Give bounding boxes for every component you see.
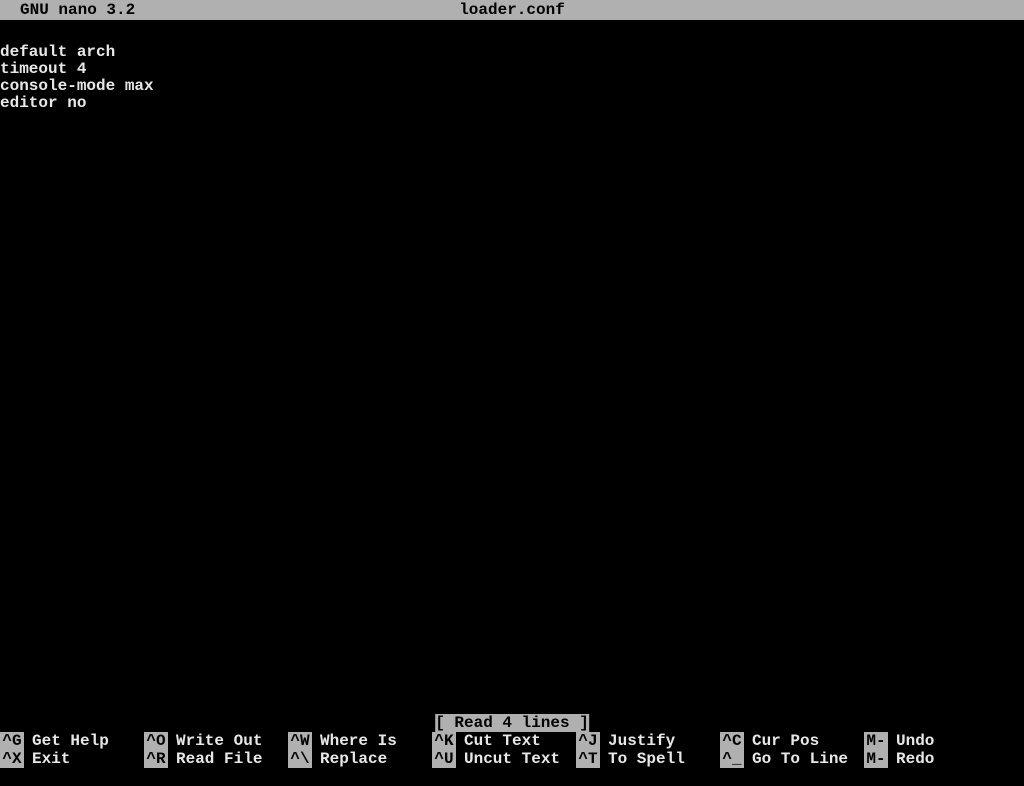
shortcut-key: ^J xyxy=(576,732,600,750)
editor-line: console-mode max xyxy=(0,77,154,95)
shortcut-key: ^C xyxy=(720,732,744,750)
shortcut-go-to-line[interactable]: ^_ Go To Line xyxy=(720,750,864,768)
shortcut-key: ^O xyxy=(144,732,168,750)
shortcut-key: ^_ xyxy=(720,750,744,768)
shortcut-label: Cur Pos xyxy=(744,732,819,750)
editor-line: timeout 4 xyxy=(0,60,86,78)
shortcut-label: Write Out xyxy=(168,732,262,750)
shortcut-redo[interactable]: M-E Redo xyxy=(864,750,1008,768)
status-message: [ Read 4 lines ] xyxy=(435,714,589,732)
shortcut-label: Read File xyxy=(168,750,262,768)
shortcut-label: Replace xyxy=(312,750,387,768)
shortcut-label: To Spell xyxy=(600,750,685,768)
shortcut-label: Uncut Text xyxy=(456,750,560,768)
shortcut-row-2: ^X Exit ^R Read File ^\ Replace ^U Uncut… xyxy=(0,750,1024,768)
shortcut-replace[interactable]: ^\ Replace xyxy=(288,750,432,768)
shortcut-exit[interactable]: ^X Exit xyxy=(0,750,144,768)
shortcut-key: ^U xyxy=(432,750,456,768)
shortcut-key: M-U xyxy=(864,732,888,750)
shortcut-justify[interactable]: ^J Justify xyxy=(576,732,720,750)
editor-line: default arch xyxy=(0,43,115,61)
shortcut-label: Redo xyxy=(888,750,934,768)
shortcut-label: Exit xyxy=(24,750,70,768)
shortcut-to-spell[interactable]: ^T To Spell xyxy=(576,750,720,768)
shortcut-label: Go To Line xyxy=(744,750,848,768)
shortcut-key: ^G xyxy=(0,732,24,750)
shortcut-where-is[interactable]: ^W Where Is xyxy=(288,732,432,750)
shortcut-label: Get Help xyxy=(24,732,109,750)
editor-line: editor no xyxy=(0,94,86,112)
shortcut-label: Cut Text xyxy=(456,732,541,750)
shortcut-key: ^X xyxy=(0,750,24,768)
shortcut-bar: ^G Get Help ^O Write Out ^W Where Is ^K … xyxy=(0,732,1024,768)
shortcut-write-out[interactable]: ^O Write Out xyxy=(144,732,288,750)
shortcut-undo[interactable]: M-U Undo xyxy=(864,732,1008,750)
shortcut-label: Where Is xyxy=(312,732,397,750)
shortcut-key: ^W xyxy=(288,732,312,750)
app-name: GNU nano 3.2 xyxy=(20,0,135,20)
shortcut-key: M-E xyxy=(864,750,888,768)
shortcut-key: ^K xyxy=(432,732,456,750)
shortcut-get-help[interactable]: ^G Get Help xyxy=(0,732,144,750)
shortcut-read-file[interactable]: ^R Read File xyxy=(144,750,288,768)
editor-area[interactable]: default arch timeout 4 console-mode max … xyxy=(0,44,1024,112)
titlebar: GNU nano 3.2 loader.conf xyxy=(0,0,1024,20)
filename: loader.conf xyxy=(459,0,565,20)
shortcut-cur-pos[interactable]: ^C Cur Pos xyxy=(720,732,864,750)
shortcut-key: ^R xyxy=(144,750,168,768)
shortcut-key: ^\ xyxy=(288,750,312,768)
shortcut-label: Undo xyxy=(888,732,934,750)
shortcut-label: Justify xyxy=(600,732,675,750)
shortcut-cut-text[interactable]: ^K Cut Text xyxy=(432,732,576,750)
shortcut-key: ^T xyxy=(576,750,600,768)
shortcut-row-1: ^G Get Help ^O Write Out ^W Where Is ^K … xyxy=(0,732,1024,750)
shortcut-uncut-text[interactable]: ^U Uncut Text xyxy=(432,750,576,768)
